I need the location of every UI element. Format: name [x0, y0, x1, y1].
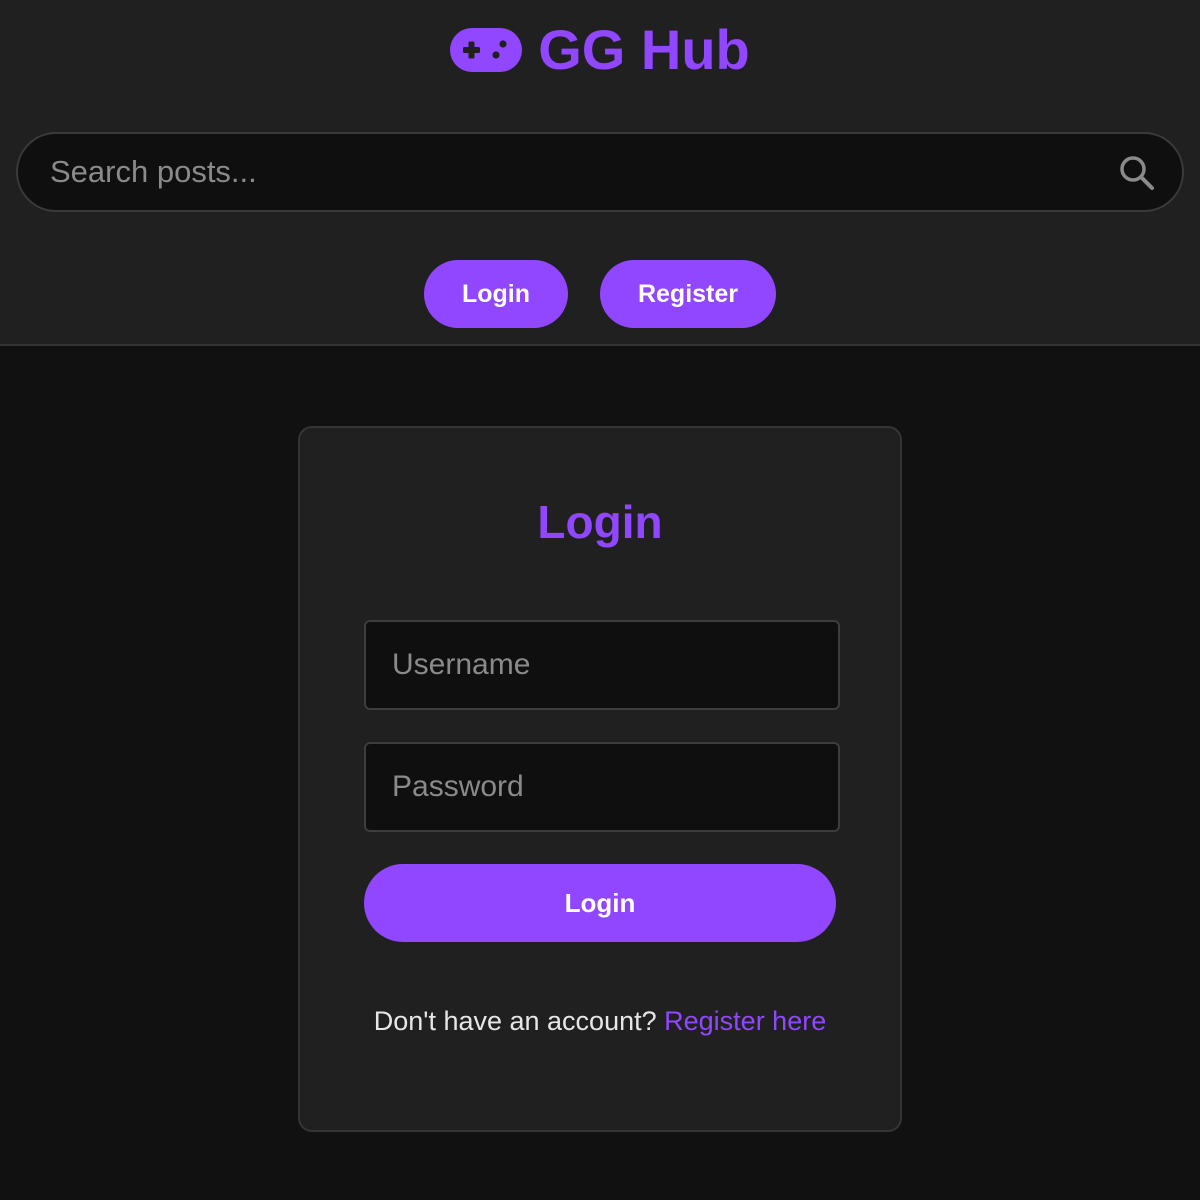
login-card: Login Login Don't have an account? Regis… [298, 426, 902, 1132]
register-prompt-text: Don't have an account? [373, 1006, 657, 1036]
brand-title: GG Hub [538, 18, 750, 81]
username-field[interactable] [364, 620, 840, 710]
brand[interactable]: GG Hub [0, 18, 1200, 82]
search-input[interactable] [50, 134, 1090, 210]
register-prompt: Don't have an account? Register here [300, 1004, 900, 1038]
nav-login-button[interactable]: Login [424, 260, 568, 328]
login-title: Login [537, 496, 663, 548]
login-submit-button[interactable]: Login [364, 864, 836, 942]
password-field[interactable] [364, 742, 840, 832]
search-bar [16, 132, 1184, 212]
nav-register-button[interactable]: Register [600, 260, 776, 328]
auth-nav: Login Register [0, 260, 1200, 328]
search-icon[interactable] [1118, 154, 1156, 192]
register-link[interactable]: Register here [664, 1006, 826, 1036]
gamepad-icon [450, 28, 523, 72]
top-header: GG Hub Login Register [0, 0, 1200, 346]
